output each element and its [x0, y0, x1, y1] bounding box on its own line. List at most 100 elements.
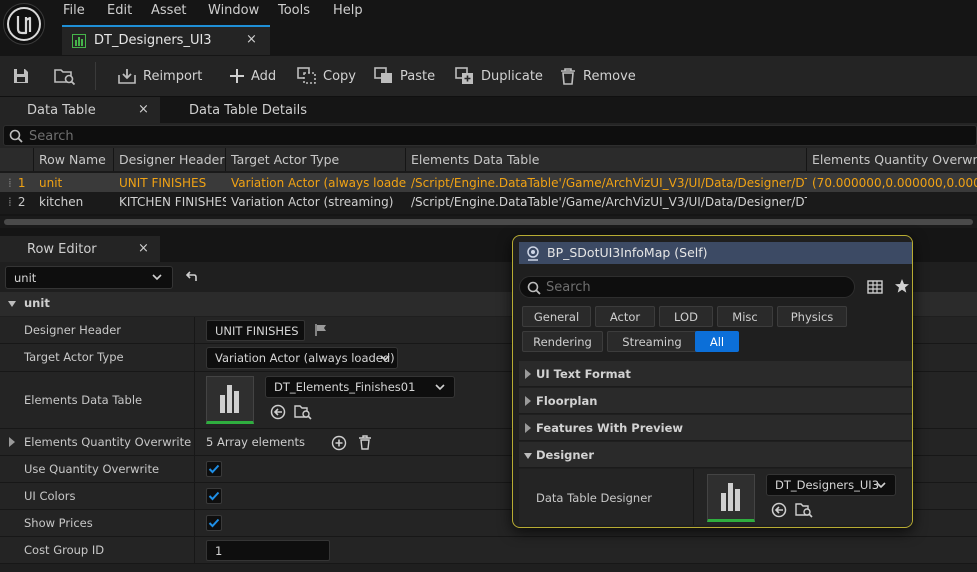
- search-icon: [527, 281, 541, 295]
- category-features-with-preview[interactable]: Features With Preview: [519, 415, 912, 441]
- filter-misc[interactable]: Misc: [717, 306, 773, 327]
- trash-icon[interactable]: [358, 435, 372, 450]
- property-label: Show Prices: [24, 516, 93, 530]
- close-data-table-icon[interactable]: ×: [138, 102, 149, 117]
- browse-button[interactable]: [54, 56, 76, 96]
- row-quantity-overwrite: [807, 192, 977, 211]
- table-header-elements-data-table[interactable]: Elements Data Table: [406, 148, 807, 171]
- tab-row-editor[interactable]: Row Editor ×: [0, 236, 160, 262]
- tab-data-table-details-label: Data Table Details: [189, 102, 307, 118]
- reimport-button[interactable]: Reimport: [117, 56, 202, 96]
- table-header-row-name[interactable]: Row Name: [34, 148, 114, 171]
- table-header-elements-quantity-overwrite[interactable]: Elements Quantity Overwrite: [807, 148, 977, 171]
- array-count: 5 Array elements: [206, 435, 306, 449]
- unreal-logo-icon[interactable]: [3, 3, 45, 45]
- use-selected-arrow-icon[interactable]: [270, 404, 286, 420]
- show-prices-checkbox[interactable]: [206, 515, 222, 531]
- column-divider: [194, 344, 195, 372]
- table-header-target-actor-type[interactable]: Target Actor Type: [226, 148, 406, 171]
- popup-title: BP_SDotUI3InfoMap (Self): [547, 245, 708, 260]
- data-table-designer-dropdown[interactable]: DT_Designers_UI3: [766, 474, 896, 496]
- copy-label: Copy: [323, 68, 356, 84]
- column-divider: [194, 483, 195, 510]
- filter-rendering[interactable]: Rendering: [522, 331, 603, 352]
- save-button[interactable]: [12, 56, 30, 96]
- add-button[interactable]: Add: [229, 56, 276, 96]
- use-quantity-overwrite-checkbox[interactable]: [206, 461, 222, 477]
- property-label: Data Table Designer: [536, 491, 653, 505]
- category-ui-text-format[interactable]: UI Text Format: [519, 361, 912, 387]
- horizontal-scrollbar[interactable]: [0, 216, 977, 228]
- row-index: ⁞ 1: [8, 175, 26, 190]
- tab-data-table-details[interactable]: Data Table Details: [160, 97, 340, 123]
- table-header-designer-header[interactable]: Designer Header: [114, 148, 226, 171]
- bar-chart-icon: [220, 385, 239, 413]
- target-actor-type-dropdown[interactable]: Variation Actor (always loaded): [206, 347, 398, 369]
- star-icon[interactable]: [894, 278, 910, 294]
- data-table-thumbnail[interactable]: [206, 376, 254, 424]
- menu-file[interactable]: File: [63, 3, 85, 18]
- cost-group-id-input[interactable]: 1: [206, 540, 330, 561]
- table-search-input[interactable]: Search: [3, 125, 977, 146]
- data-table-thumbnail[interactable]: [707, 474, 755, 522]
- filter-general[interactable]: General: [522, 306, 591, 327]
- tab-data-table[interactable]: Data Table ×: [0, 97, 160, 123]
- menu-edit[interactable]: Edit: [107, 3, 132, 18]
- property-label: Target Actor Type: [24, 350, 124, 364]
- close-tab-icon[interactable]: ×: [246, 32, 257, 47]
- filter-streaming[interactable]: Streaming: [607, 331, 697, 352]
- menu-asset[interactable]: Asset: [151, 3, 187, 18]
- grid-view-icon[interactable]: [867, 279, 883, 295]
- ui-colors-checkbox[interactable]: [206, 488, 222, 504]
- chevron-right-icon: [524, 423, 532, 433]
- chevron-right-icon[interactable]: [8, 437, 16, 447]
- designer-header-input[interactable]: UNIT FINISHES: [206, 320, 305, 341]
- duplicate-button[interactable]: Duplicate: [455, 56, 543, 96]
- row-select-dropdown[interactable]: unit: [5, 266, 173, 289]
- paste-button[interactable]: Paste: [374, 56, 435, 96]
- filter-actor[interactable]: Actor: [595, 306, 655, 327]
- popup-search-input[interactable]: Search: [519, 276, 855, 298]
- copy-button[interactable]: Copy: [297, 56, 356, 96]
- document-tab[interactable]: DT_Designers_UI3 ×: [62, 25, 270, 55]
- filter-physics[interactable]: Physics: [777, 306, 847, 327]
- tab-data-table-label: Data Table: [27, 102, 96, 118]
- property-cost-group-id: Cost Group ID 1: [0, 537, 977, 564]
- flag-icon[interactable]: [314, 323, 328, 337]
- chevron-right-icon: [524, 396, 532, 406]
- category-designer[interactable]: Designer: [519, 442, 912, 468]
- category-label: Designer: [536, 448, 595, 462]
- filter-all[interactable]: All: [695, 331, 739, 352]
- menu-window[interactable]: Window: [208, 3, 259, 18]
- paste-icon: [374, 67, 394, 85]
- search-icon: [9, 129, 23, 143]
- row-target-actor-type: Variation Actor (always loaded): [231, 175, 406, 190]
- data-table-tabstrip: Data Table × Data Table Details: [0, 97, 977, 123]
- column-divider: [194, 510, 195, 537]
- table-search-bar: Search: [0, 123, 977, 148]
- add-label: Add: [251, 68, 277, 84]
- browse-folder-icon[interactable]: [795, 502, 813, 518]
- add-element-icon[interactable]: [331, 435, 347, 451]
- menu-help[interactable]: Help: [333, 3, 363, 18]
- scrollbar-thumb[interactable]: [4, 219, 973, 225]
- row-index: ⁞ 2: [8, 194, 26, 209]
- property-label: UI Colors: [24, 489, 76, 503]
- save-icon: [12, 67, 30, 85]
- column-divider: [693, 469, 694, 525]
- elements-data-table-dropdown[interactable]: DT_Elements_Finishes01: [265, 376, 455, 398]
- filter-lod[interactable]: LOD: [659, 306, 713, 327]
- table-row[interactable]: ⁞ 2 kitchen KITCHEN FINISHES Variation Ac…: [0, 192, 977, 211]
- chevron-down-icon: [434, 381, 446, 393]
- column-divider: [194, 456, 195, 483]
- category-floorplan[interactable]: Floorplan: [519, 388, 912, 414]
- reset-arrow-icon[interactable]: [184, 270, 198, 284]
- browse-folder-icon[interactable]: [294, 404, 312, 420]
- remove-button[interactable]: Remove: [559, 56, 636, 96]
- close-row-editor-icon[interactable]: ×: [138, 241, 149, 256]
- chevron-down-icon: [875, 479, 887, 491]
- popup-title-bar: BP_SDotUI3InfoMap (Self): [519, 242, 912, 264]
- menu-tools[interactable]: Tools: [278, 3, 310, 18]
- use-selected-arrow-icon[interactable]: [771, 502, 787, 518]
- table-row[interactable]: ⁞ 1 unit UNIT FINISHES Variation Actor (a…: [0, 173, 977, 192]
